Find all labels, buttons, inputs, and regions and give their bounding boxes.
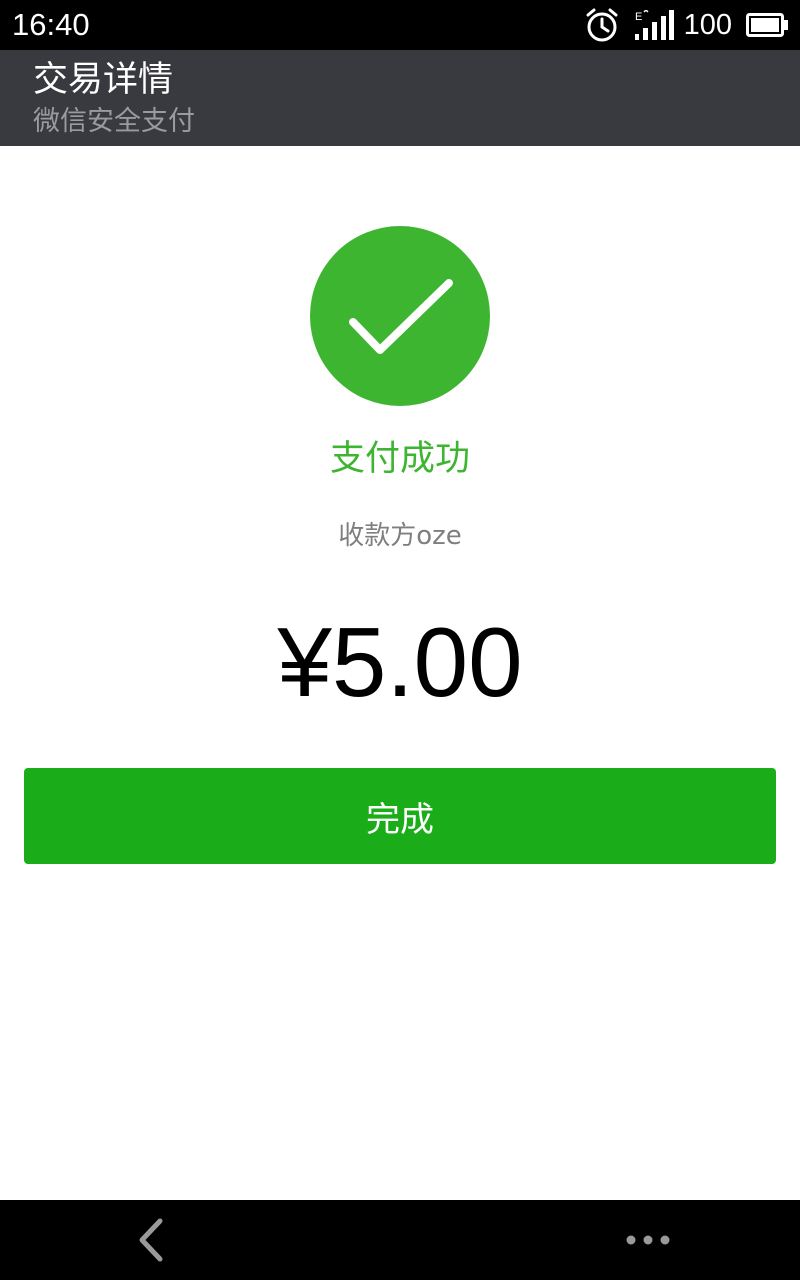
status-time: 16:40	[12, 7, 90, 42]
alarm-icon	[584, 7, 620, 43]
navigation-bar	[0, 1200, 800, 1280]
payment-amount: ¥5.00	[277, 607, 523, 717]
done-button[interactable]: 完成	[24, 768, 776, 864]
success-icon	[310, 226, 490, 406]
network-type-label: E	[635, 11, 642, 23]
battery-icon	[746, 13, 788, 37]
signal-icon: E	[634, 10, 674, 40]
status-icons: E 100	[584, 0, 788, 50]
more-icon[interactable]	[620, 1228, 680, 1252]
checkmark-icon	[349, 279, 453, 354]
payment-status-text: 支付成功	[329, 439, 470, 479]
payee-text: 收款方oze	[338, 521, 462, 551]
status-bar: 16:40 E 100	[0, 0, 800, 50]
back-icon[interactable]	[130, 1217, 174, 1263]
page-subtitle: 微信安全支付	[33, 106, 195, 137]
title-bar: 交易详情 微信安全支付	[0, 50, 800, 146]
battery-level: 100	[683, 8, 732, 41]
page-title: 交易详情	[33, 60, 174, 100]
